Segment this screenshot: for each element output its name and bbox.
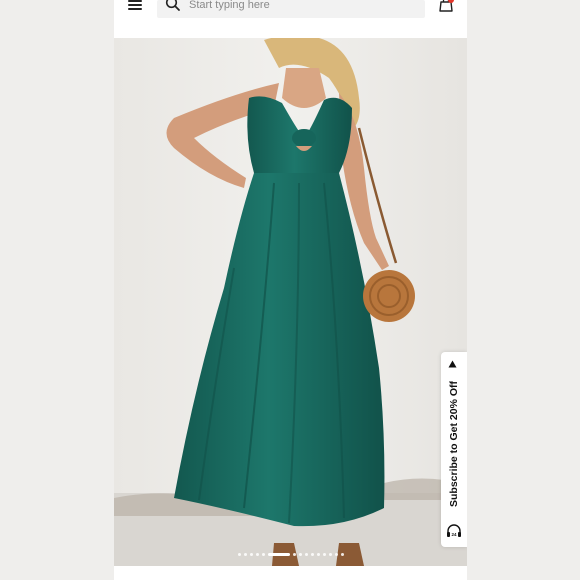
carousel-dot[interactable] [237,552,241,556]
product-image[interactable] [114,38,467,566]
carousel-dot[interactable] [334,552,338,556]
carousel-dot[interactable] [310,552,314,556]
search-bar[interactable] [157,0,425,18]
mobile-screen: Subscribe to Get 20% Off 24 [114,0,467,580]
carousel-dot[interactable] [316,552,320,556]
carousel-dot[interactable] [255,552,259,556]
carousel-dot[interactable] [249,552,253,556]
top-header [114,0,467,24]
carousel-dot[interactable] [328,552,332,556]
subscribe-side-tab[interactable]: Subscribe to Get 20% Off 24 [441,352,467,547]
carousel-dot[interactable] [298,552,302,556]
headset-24-7-icon[interactable]: 24 [445,523,463,541]
svg-text:24: 24 [451,532,457,537]
carousel-dot[interactable] [243,552,247,556]
carousel-dot[interactable] [292,552,296,556]
subscribe-label[interactable]: Subscribe to Get 20% Off [448,381,460,507]
carousel-dot[interactable] [304,552,308,556]
triangle-left-icon[interactable] [448,360,457,368]
carousel-dot[interactable] [261,552,265,556]
bottom-strip [114,566,467,580]
carousel-dot[interactable] [340,552,344,556]
search-icon [165,0,180,11]
hamburger-menu-icon[interactable] [128,0,142,10]
carousel-dot-active[interactable] [267,552,290,556]
carousel-indicator[interactable] [114,550,467,558]
search-input[interactable] [189,0,409,13]
carousel-dot[interactable] [322,552,326,556]
